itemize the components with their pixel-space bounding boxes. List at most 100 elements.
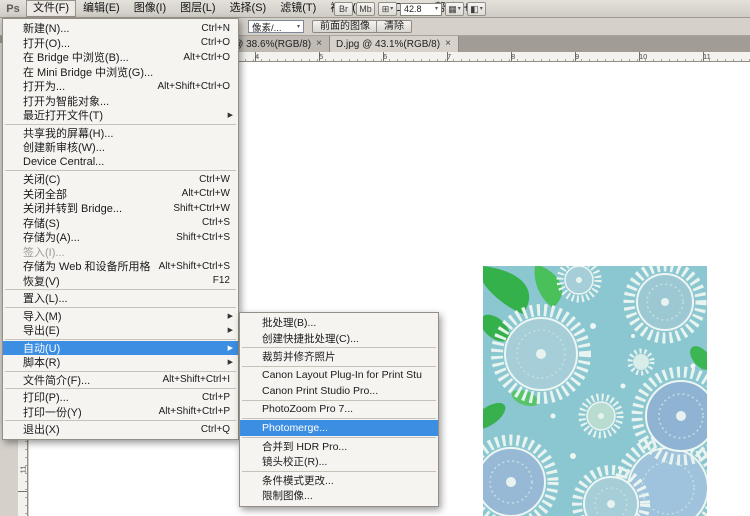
ruler-number: 11 — [703, 52, 711, 61]
ruler-number: 11 — [18, 466, 27, 474]
file-menu-item[interactable]: Device Central... — [3, 155, 238, 170]
tab-title: @ 38.6%(RGB/8) — [233, 39, 311, 50]
automate-submenu-separator — [242, 366, 436, 367]
automate-submenu-item[interactable]: 批处理(B)... — [240, 315, 438, 331]
dropdown-arrow-icon: ▾ — [435, 6, 438, 12]
automate-submenu-item[interactable]: Photomerge... — [240, 420, 438, 436]
file-menu-item[interactable]: 自动(U)▶ — [3, 341, 238, 356]
menu-item-label: 限制图像... — [262, 488, 422, 503]
menubar-item-edit[interactable]: 编辑(E) — [76, 0, 127, 17]
document-tab[interactable]: D.jpg @ 43.1%(RGB/8)× — [330, 36, 459, 52]
arrange-documents-button-icon: ▦ — [448, 5, 457, 14]
file-menu-item[interactable]: 退出(X)Ctrl+Q — [3, 422, 238, 437]
menu-bar: Ps 文件(F)编辑(E)图像(I)图层(L)选择(S)滤镜(T)视图(V)窗口… — [0, 0, 750, 18]
file-menu-item[interactable]: 创建新审核(W)... — [3, 140, 238, 155]
arrange-documents-button[interactable]: ▦▾ — [445, 2, 464, 16]
dot-shape — [621, 384, 626, 389]
automate-submenu-item[interactable]: 裁剪并修齐照片 — [240, 349, 438, 365]
menu-item-label: Canon Layout Plug-In for Print Studio Pr… — [262, 369, 422, 381]
automate-submenu-item[interactable]: Canon Print Studio Pro... — [240, 383, 438, 399]
file-menu-item[interactable]: 在 Mini Bridge 中浏览(G)... — [3, 65, 238, 80]
ruler-number: 5 — [319, 52, 323, 61]
menu-item-label: 条件模式更改... — [262, 473, 422, 488]
menubar-item-select[interactable]: 选择(S) — [223, 0, 274, 17]
menu-item-shortcut: Ctrl+Q — [201, 424, 230, 435]
view-extras-button[interactable]: ⊞▾ — [378, 2, 397, 16]
menubar-item-image[interactable]: 图像(I) — [127, 0, 173, 17]
file-menu-item[interactable]: 打开为...Alt+Shift+Ctrl+O — [3, 79, 238, 94]
automate-submenu: 批处理(B)...创建快捷批处理(C)... 裁剪并修齐照片 Canon Layou… — [239, 312, 439, 507]
front-image-button[interactable]: 前面的图像 — [312, 20, 378, 33]
file-menu-item[interactable]: 存储(S)Ctrl+S — [3, 216, 238, 231]
automate-submenu-separator — [242, 400, 436, 401]
ruler-number: 7 — [447, 52, 451, 61]
menu-item-shortcut: Alt+Shift+Ctrl+P — [159, 406, 230, 417]
menubar-item-layer[interactable]: 图层(L) — [173, 0, 222, 17]
file-menu-item[interactable]: 关闭(C)Ctrl+W — [3, 172, 238, 187]
dot-shape — [631, 334, 635, 338]
menu-item-shortcut: Ctrl+S — [202, 217, 230, 228]
menu-item-label: PhotoZoom Pro 7... — [262, 403, 422, 415]
flower-shape — [577, 470, 645, 516]
menu-item-shortcut: Alt+Shift+Ctrl+S — [159, 261, 230, 272]
file-menu-item[interactable]: 恢复(V)F12 — [3, 274, 238, 289]
file-menu-item[interactable]: 导入(M)▶ — [3, 309, 238, 324]
launch-mini-bridge-button[interactable]: Mb — [356, 2, 375, 16]
file-menu-item[interactable]: 在 Bridge 中浏览(B)...Alt+Ctrl+O — [3, 50, 238, 65]
close-tab-icon[interactable]: × — [315, 39, 323, 49]
screen-mode-button-icon: ◧ — [470, 5, 479, 14]
file-menu-item[interactable]: 打印一份(Y)Alt+Shift+Ctrl+P — [3, 405, 238, 420]
file-menu-item[interactable]: 打开为智能对象... — [3, 94, 238, 109]
file-menu-item[interactable]: 共享我的屏幕(H)... — [3, 126, 238, 141]
submenu-arrow-icon: ▶ — [228, 358, 233, 366]
menu-item-shortcut: Ctrl+W — [199, 174, 230, 185]
close-tab-icon[interactable]: × — [444, 39, 452, 49]
file-menu-item[interactable]: 打印(P)...Ctrl+P — [3, 390, 238, 405]
menu-item-shortcut: Alt+Shift+Ctrl+I — [162, 374, 230, 385]
menu-item-label: 合并到 HDR Pro... — [262, 439, 422, 454]
automate-submenu-item[interactable]: 合并到 HDR Pro... — [240, 439, 438, 455]
file-menu-item[interactable]: 存储为 Web 和设备所用格式(D)...Alt+Shift+Ctrl+S — [3, 259, 238, 274]
menu-item-label: 脚本(R) — [23, 354, 222, 370]
resolution-unit-select[interactable]: 像素/... ▾ — [248, 20, 304, 33]
launch-mini-bridge-button-icon: Mb — [359, 5, 372, 14]
file-menu-item[interactable]: 签入(I)... — [3, 245, 238, 260]
file-menu-item[interactable]: 最近打开文件(T)▶ — [3, 108, 238, 123]
screen-mode-button[interactable]: ◧▾ — [467, 2, 486, 16]
file-menu-item[interactable]: 置入(L)... — [3, 291, 238, 306]
file-menu-item[interactable]: 存储为(A)...Shift+Ctrl+S — [3, 230, 238, 245]
menu-item-label: 镜头校正(R)... — [262, 454, 422, 469]
automate-submenu-item[interactable]: 条件模式更改... — [240, 473, 438, 489]
submenu-arrow-icon: ▶ — [228, 344, 233, 352]
menu-item-label: 裁剪并修齐照片 — [262, 349, 422, 364]
document-image[interactable] — [483, 266, 707, 516]
automate-submenu-item[interactable]: Canon Layout Plug-In for Print Studio Pr… — [240, 368, 438, 384]
file-menu-item[interactable]: 关闭并转到 Bridge...Shift+Ctrl+W — [3, 201, 238, 216]
file-menu-item[interactable]: 关闭全部Alt+Ctrl+W — [3, 187, 238, 202]
dot-shape — [570, 453, 576, 459]
menu-item-label: 批处理(B)... — [262, 315, 422, 330]
clear-button[interactable]: 清除 — [376, 20, 412, 33]
file-menu-item[interactable]: 文件简介(F)...Alt+Shift+Ctrl+I — [3, 373, 238, 388]
menu-item-shortcut: Alt+Shift+Ctrl+O — [157, 81, 230, 92]
automate-submenu-item[interactable]: 镜头校正(R)... — [240, 454, 438, 470]
flower-shape — [637, 372, 707, 460]
menu-item-shortcut: Ctrl+P — [202, 392, 230, 403]
launch-bridge-button[interactable]: Br — [334, 2, 353, 16]
automate-submenu-item[interactable]: PhotoZoom Pro 7... — [240, 402, 438, 418]
menu-item-label: 置入(L)... — [23, 290, 222, 306]
menu-item-label: Photomerge... — [262, 422, 422, 434]
zoom-level-box[interactable]: 42.8▾ — [400, 3, 442, 16]
dot-shape — [691, 364, 696, 369]
ruler-number: 6 — [383, 52, 387, 61]
automate-submenu-item[interactable]: 创建快捷批处理(C)... — [240, 331, 438, 347]
file-menu-item[interactable]: 导出(E)▶ — [3, 323, 238, 338]
ruler-number: 4 — [255, 52, 259, 61]
file-menu-item[interactable]: 脚本(R) ▶ — [3, 355, 238, 370]
automate-submenu-item[interactable]: 限制图像... — [240, 488, 438, 504]
dropdown-arrow-icon: ▾ — [297, 24, 300, 30]
file-menu-item[interactable]: 打开(O)...Ctrl+O — [3, 36, 238, 51]
menubar-item-filter[interactable]: 滤镜(T) — [273, 0, 323, 17]
menubar-item-file[interactable]: 文件(F) — [26, 0, 76, 17]
file-menu-item[interactable]: 新建(N)...Ctrl+N — [3, 21, 238, 36]
